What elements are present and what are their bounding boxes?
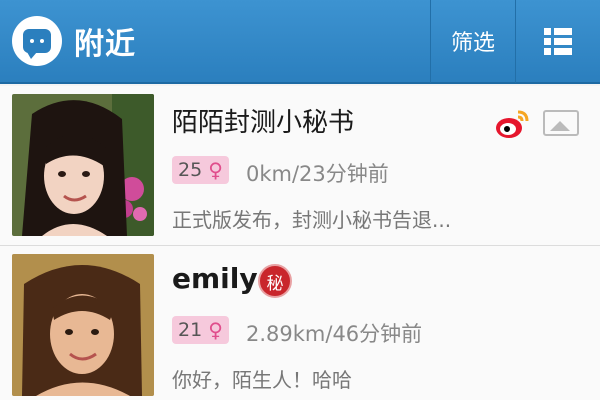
distance-time: 0km/23分钟前: [246, 162, 389, 186]
nearby-user-list: 陌陌封测小秘书 25 ♀ 0km/23分钟前 正式版发布，封测小秘书告退...: [0, 86, 600, 400]
list-item[interactable]: emily 秘 21 ♀ 2.89km/46分钟前 你好，陌生人！哈哈: [0, 246, 600, 400]
avatar[interactable]: [12, 94, 154, 236]
user-name: 陌陌封测小秘书: [172, 108, 355, 138]
secretary-badge: 秘: [258, 264, 292, 298]
age-gender-badge: 25 ♀: [172, 156, 229, 184]
status-text: 你好，陌生人！哈哈: [172, 368, 352, 392]
avatar[interactable]: [12, 254, 154, 396]
photo-icon: [543, 110, 579, 136]
filter-button[interactable]: 筛选: [431, 0, 515, 83]
female-icon: ♀: [208, 318, 223, 342]
list-view-icon: [544, 27, 572, 55]
list-item[interactable]: 陌陌封测小秘书 25 ♀ 0km/23分钟前 正式版发布，封测小秘书告退...: [0, 86, 600, 246]
age-gender-badge: 21 ♀: [172, 316, 229, 344]
user-name: emily: [172, 262, 258, 295]
momo-chat-icon[interactable]: [12, 16, 62, 66]
top-bar: 附近 筛选: [0, 0, 600, 84]
page-title: 附近: [74, 27, 136, 62]
age-value: 25: [178, 159, 203, 181]
distance-time: 2.89km/46分钟前: [246, 322, 423, 346]
age-value: 21: [178, 319, 203, 341]
weibo-icon: [494, 108, 530, 140]
female-icon: ♀: [208, 158, 223, 182]
status-text: 正式版发布，封测小秘书告退...: [172, 208, 452, 232]
list-view-button[interactable]: [516, 0, 600, 83]
